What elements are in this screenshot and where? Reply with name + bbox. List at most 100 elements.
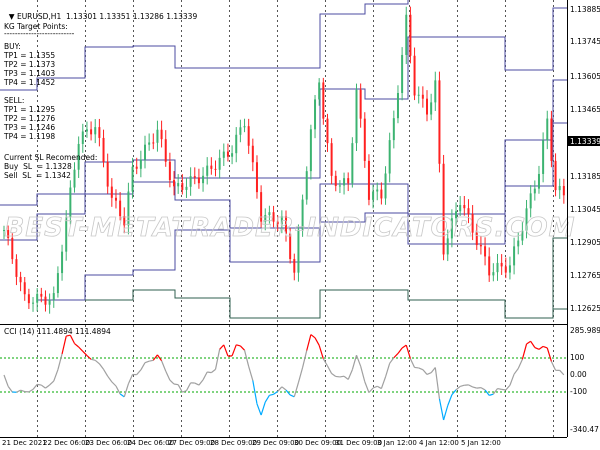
candle [247, 126, 250, 146]
watermark: BEST-METATRADER-INDICATORS.COM [5, 213, 576, 243]
cci-segment [281, 386, 287, 391]
candle [351, 143, 354, 184]
candle [322, 82, 325, 119]
time-tick: 21 Dec 2021 [2, 439, 47, 447]
candle [426, 98, 428, 115]
candle [513, 246, 516, 266]
cci-segment [256, 403, 262, 416]
candle [376, 189, 379, 192]
candle [367, 160, 370, 200]
candle [318, 82, 321, 100]
cci-segment [460, 384, 465, 388]
sell-tp1: TP1 = 1.1295 [4, 105, 56, 114]
cci-segment [389, 357, 395, 364]
candle [396, 92, 399, 119]
buy-label: BUY: [4, 42, 21, 51]
cci-segment [127, 374, 134, 385]
candle [550, 118, 553, 161]
cci-segment [260, 401, 266, 416]
candle [243, 126, 246, 128]
buy-sl: Buy SL = 1.1328 [4, 162, 72, 171]
cci-segment [94, 359, 100, 365]
cci-segment [45, 384, 50, 389]
cci-segment [480, 387, 486, 391]
buy-tp1: TP1 = 1.1355 [4, 51, 56, 60]
cci-segment [476, 387, 481, 389]
cci-segment [322, 358, 328, 367]
candle [359, 89, 362, 119]
candle [372, 191, 375, 200]
cci-segment [37, 383, 42, 386]
cci-segment [426, 372, 432, 376]
candle [380, 189, 383, 199]
cci-segment [489, 393, 494, 396]
candle [56, 273, 59, 294]
candle [106, 161, 109, 187]
cci-segment [74, 343, 80, 348]
cci-segment [140, 362, 146, 371]
cci-segment [202, 371, 208, 381]
candle [558, 186, 561, 191]
cci-segment [61, 335, 67, 355]
sell-tp3: TP3 = 1.1246 [4, 123, 56, 132]
cci-segment [501, 388, 506, 391]
candle [15, 259, 18, 277]
candle [36, 293, 39, 303]
cci-segment [231, 344, 237, 357]
sell-tp2: TP2 = 1.1276 [4, 114, 56, 123]
candle [330, 143, 333, 176]
cci-segment [331, 373, 337, 377]
candle [44, 296, 47, 305]
candle [355, 89, 358, 144]
candle [181, 183, 184, 190]
candle [479, 245, 482, 247]
cci-segment [149, 359, 154, 362]
candle [139, 159, 142, 169]
cci-segment [306, 334, 312, 351]
cci-segment [277, 386, 283, 392]
cci-segment [293, 382, 300, 397]
candle [529, 193, 532, 209]
cci-segment [161, 360, 167, 372]
cci-segment [538, 345, 544, 350]
menu-arrow-icon[interactable]: ▼ [9, 12, 15, 21]
cci-segment [492, 388, 498, 395]
cci-segment [3, 374, 9, 387]
candle [504, 266, 507, 273]
candle [508, 265, 511, 273]
candle [231, 153, 234, 157]
cci-segment [198, 379, 204, 386]
cci-segment [418, 367, 424, 371]
candle [61, 251, 64, 274]
cci-segment [49, 380, 55, 386]
cci-segment [69, 334, 76, 344]
candle [52, 293, 55, 300]
cci-segment [409, 358, 416, 368]
cci-segment [517, 359, 523, 369]
cci-segment [526, 340, 532, 345]
candle [326, 118, 329, 144]
cci-tick: -340.47 [570, 425, 599, 434]
cci-segment [530, 340, 536, 348]
cci-segment [165, 370, 171, 381]
cci-segment [484, 389, 490, 396]
cci-segment [115, 385, 121, 395]
cci-segment [521, 343, 528, 360]
candle [343, 178, 346, 186]
candle [463, 205, 466, 209]
candle [434, 80, 437, 103]
candle [421, 94, 424, 99]
cci-segment [219, 344, 225, 350]
candle [334, 175, 337, 186]
cci-segment [384, 363, 391, 378]
cci-segment [223, 344, 229, 357]
chart-window: BEST-METATRADER-INDICATORS.COM 1.13339 ▼… [0, 0, 600, 450]
candle [164, 139, 167, 162]
candle [392, 118, 395, 141]
cci-segment [194, 382, 200, 386]
candle [202, 175, 205, 184]
cci-segment [302, 350, 308, 368]
cci-segment [559, 369, 565, 376]
cci-segment [546, 347, 552, 362]
cci-segment [380, 376, 387, 389]
